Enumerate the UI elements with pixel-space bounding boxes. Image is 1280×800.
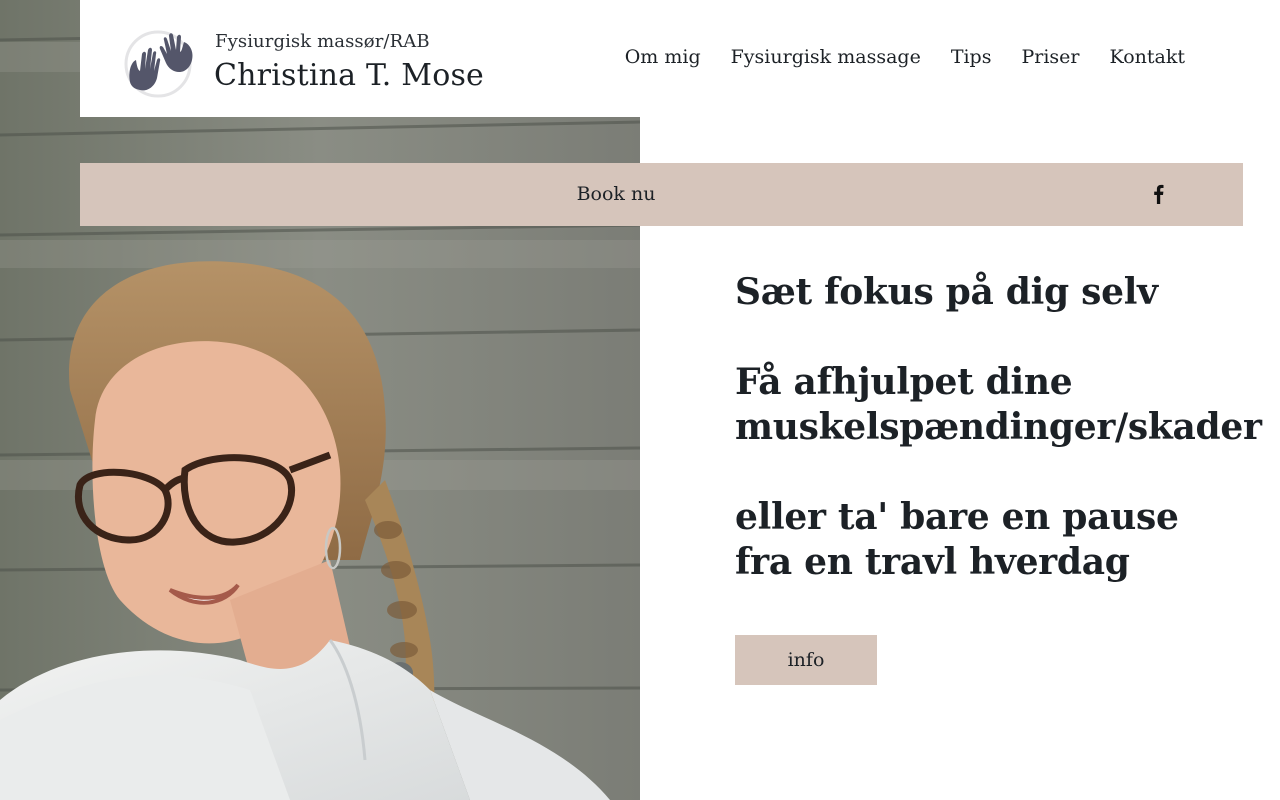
book-now-link[interactable]: Book nu [80,183,1152,205]
brand-subtitle: Fysiurgisk massør/RAB [215,31,430,52]
page: Fysiurgisk massør/RAB Christina T. Mose … [0,0,1280,800]
nav-item-fysiurgisk-massage[interactable]: Fysiurgisk massage [731,46,921,68]
hero-heading-line: Få afhjulpet dine [735,361,1073,403]
hero-heading-line: fra en travl hverdag [735,541,1130,583]
hero-heading-line: muskelspændinger/skader [735,406,1262,448]
nav-item-tips[interactable]: Tips [951,46,992,68]
book-bar: Book nu [80,163,1243,226]
brand-name[interactable]: Christina T. Mose [214,58,484,93]
hero-photo [0,0,640,800]
hero-heading-line: eller ta' bare en pause [735,496,1179,538]
info-button[interactable]: info [735,635,877,685]
site-header: Fysiurgisk massør/RAB Christina T. Mose … [80,0,1243,117]
hero-text: Sæt fokus på dig selv Få afhjulpet dine … [735,270,1262,585]
nav-item-kontakt[interactable]: Kontakt [1110,46,1185,68]
main-nav: Om mig Fysiurgisk massage Tips Priser Ko… [625,46,1185,68]
facebook-icon[interactable] [1149,184,1169,204]
nav-item-om-mig[interactable]: Om mig [625,46,701,68]
hero-heading-line: Sæt fokus på dig selv [735,271,1158,313]
nav-item-priser[interactable]: Priser [1021,46,1079,68]
header-brand-area: Fysiurgisk massør/RAB Christina T. Mose [80,0,640,117]
hands-logo-icon[interactable] [122,30,198,98]
